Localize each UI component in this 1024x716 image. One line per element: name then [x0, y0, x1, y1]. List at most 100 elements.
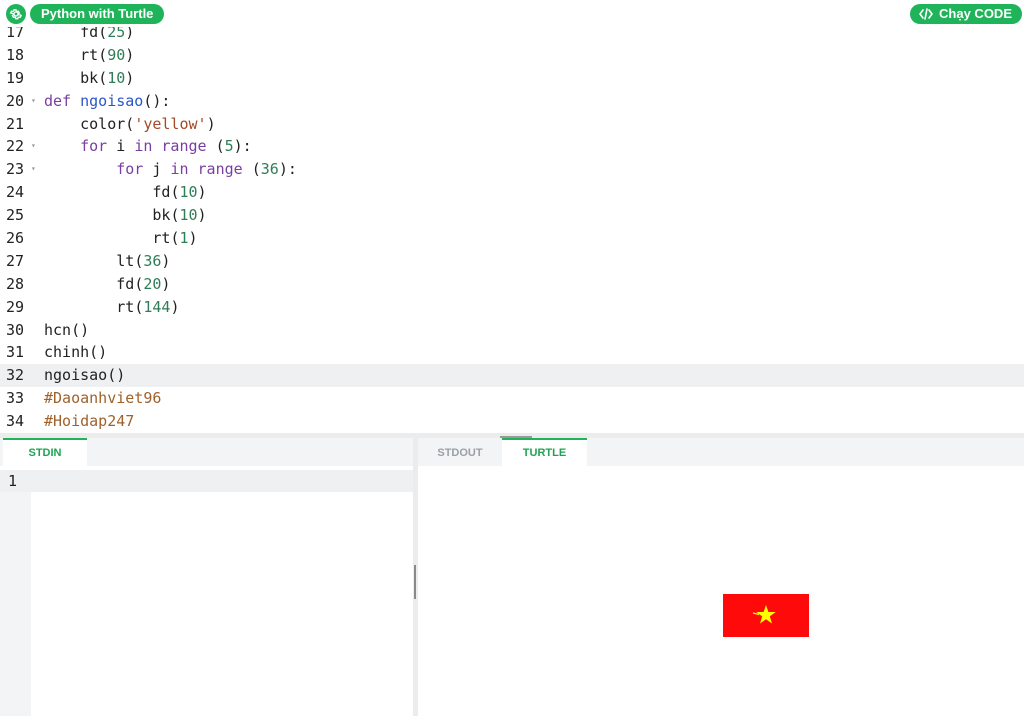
code-token: #Hoidap247	[44, 412, 135, 431]
output-tabbar: STDOUT TURTLE	[418, 438, 1024, 466]
code-token: rt	[80, 45, 99, 64]
line-number: 24	[6, 183, 25, 202]
code-token: i	[107, 137, 135, 156]
code-line[interactable]: 30 hcn()	[0, 319, 1024, 342]
code-text: for i in range (5):	[44, 135, 252, 158]
line-number: 25	[6, 206, 25, 225]
fold-arrow-icon[interactable]: ▾	[31, 135, 36, 158]
line-number: 30	[6, 320, 25, 339]
code-text: rt(90)	[44, 44, 134, 67]
line-number: 21	[6, 114, 25, 133]
code-token: (	[134, 274, 144, 293]
code-token: ):	[233, 137, 252, 156]
code-text: fd(20)	[44, 273, 170, 296]
code-line[interactable]: 21 color('yellow')	[0, 113, 1024, 136]
line-number: 26	[6, 229, 25, 248]
code-token: for	[116, 160, 144, 179]
code-token: 20	[143, 274, 162, 293]
vertical-splitter-handle[interactable]	[414, 565, 416, 599]
code-token: fd	[152, 183, 171, 202]
code-token: rt	[152, 229, 171, 248]
line-number: 23	[6, 160, 25, 179]
code-token: ngoisao	[80, 91, 144, 110]
code-text: bk(10)	[44, 67, 134, 90]
code-token: )	[125, 45, 135, 64]
code-text: def ngoisao():	[44, 90, 170, 113]
code-token: 144	[143, 297, 171, 316]
code-token: )	[161, 251, 171, 270]
code-token: 90	[107, 45, 126, 64]
stdin-editor[interactable]: 1	[0, 466, 413, 716]
code-text: fd(10)	[44, 181, 206, 204]
code-line[interactable]: 28 fd(20)	[0, 273, 1024, 296]
code-token: )	[197, 206, 207, 225]
turtle-drawing-star	[756, 605, 776, 624]
code-token: (	[98, 45, 108, 64]
line-number: 34	[6, 412, 25, 431]
code-text: #Hoidap247	[44, 410, 134, 433]
code-token: 1	[179, 229, 189, 248]
code-line[interactable]: 34 #Hoidap247	[0, 410, 1024, 433]
stdin-line-number: 1	[8, 472, 18, 490]
code-token: 36	[143, 251, 162, 270]
code-line[interactable]: 27 lt(36)	[0, 250, 1024, 273]
top-bar: Python with Turtle Chạy CODE	[0, 0, 1024, 27]
code-line[interactable]: 22 ▾ for i in range (5):	[0, 135, 1024, 158]
code-token: (	[98, 68, 108, 87]
code-text: chinh()	[44, 341, 107, 364]
code-line[interactable]: 25 bk(10)	[0, 204, 1024, 227]
code-line[interactable]: 20 ▾ def ngoisao():	[0, 90, 1024, 113]
code-line[interactable]: 29 rt(144)	[0, 296, 1024, 319]
code-token: range	[197, 160, 243, 179]
code-token: lt	[116, 251, 135, 270]
stdin-active-line	[0, 470, 413, 492]
line-number: 27	[6, 251, 25, 270]
fold-arrow-icon[interactable]: ▾	[31, 90, 36, 113]
code-token: fd	[116, 274, 135, 293]
line-number: 18	[6, 45, 25, 64]
app-title: Python with Turtle	[30, 4, 165, 24]
line-number: 33	[6, 389, 25, 408]
code-line[interactable]: 23 ▾ for j in range (36):	[0, 158, 1024, 181]
code-token: 'yellow'	[134, 114, 207, 133]
code-line[interactable]: 32 ngoisao()	[0, 364, 1024, 388]
code-icon	[919, 8, 933, 20]
code-line[interactable]: 19 bk(10)	[0, 67, 1024, 90]
code-line[interactable]: 26 rt(1)	[0, 227, 1024, 250]
code-token: (	[125, 114, 135, 133]
code-editor[interactable]: 17 fd(25) 18 rt(90) 19 bk(10) 20 ▾ def ngoisa…	[0, 21, 1024, 433]
stdin-tabbar: STDIN	[0, 438, 413, 466]
code-token: bk	[152, 206, 171, 225]
settings-button[interactable]	[6, 4, 26, 24]
code-line[interactable]: 24 fd(10)	[0, 181, 1024, 204]
fold-arrow-icon[interactable]: ▾	[31, 158, 36, 181]
code-token: )	[170, 297, 180, 316]
code-token: )	[125, 68, 135, 87]
tab-stdout[interactable]: STDOUT	[418, 438, 502, 466]
code-token: ():	[143, 91, 171, 110]
tab-stdin[interactable]: STDIN	[3, 438, 87, 466]
code-line[interactable]: 33 #Daoanhviet96	[0, 387, 1024, 410]
code-line[interactable]: 18 rt(90)	[0, 44, 1024, 67]
code-token: )	[206, 114, 216, 133]
code-text: lt(36)	[44, 250, 170, 273]
code-token: (	[134, 297, 144, 316]
code-text: #Daoanhviet96	[44, 387, 161, 410]
code-line[interactable]: 31 chinh()	[0, 341, 1024, 364]
turtle-canvas	[418, 466, 1024, 716]
code-token: )	[161, 274, 171, 293]
code-text: hcn()	[44, 319, 89, 342]
run-code-button[interactable]: Chạy CODE	[910, 4, 1022, 24]
line-number: 32	[6, 366, 25, 385]
line-number: 19	[6, 68, 25, 87]
code-token: (	[242, 160, 261, 179]
code-token: def	[44, 91, 72, 110]
tab-turtle[interactable]: TURTLE	[502, 438, 587, 466]
